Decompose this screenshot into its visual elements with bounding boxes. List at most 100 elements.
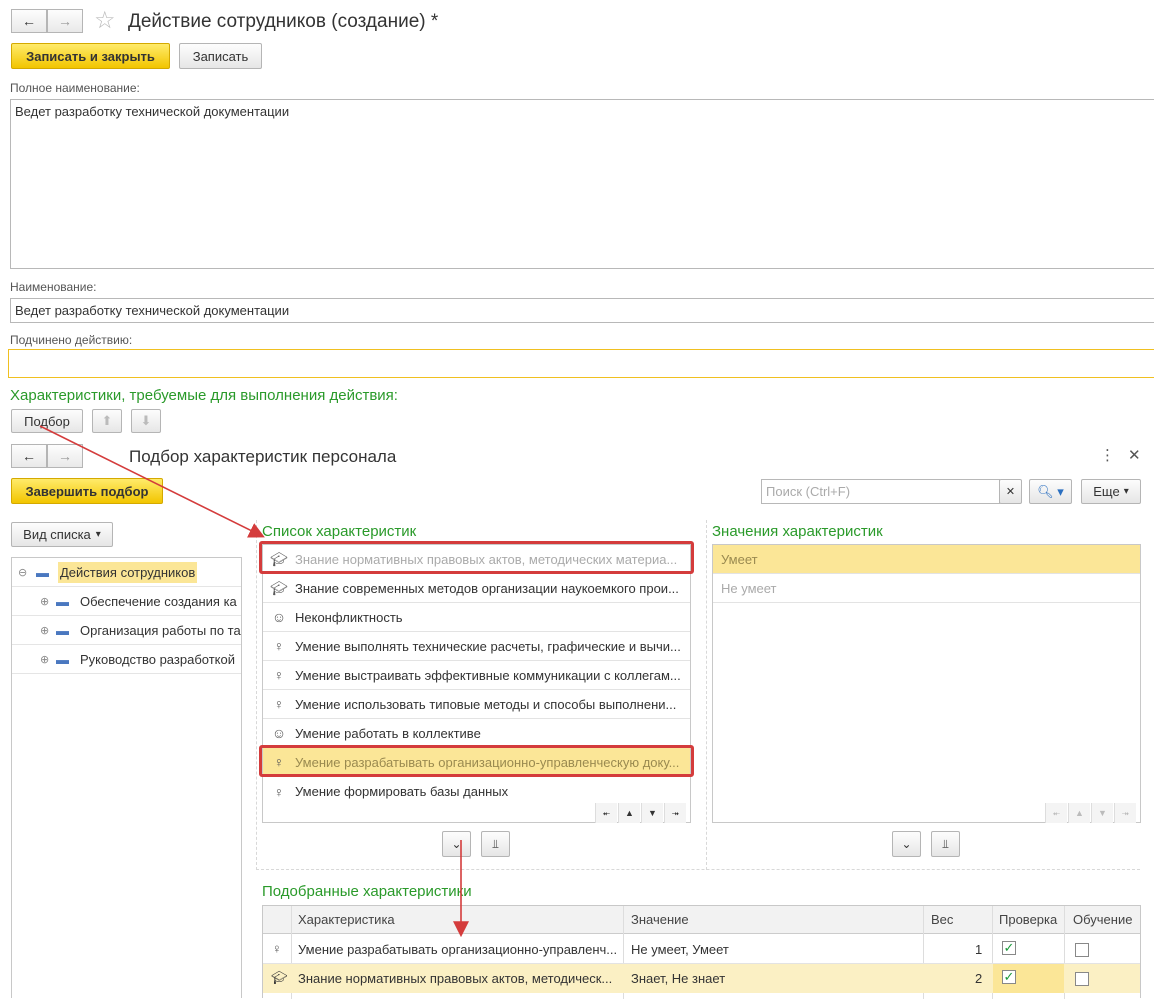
expand-icon[interactable]: ⊕ [40, 653, 56, 666]
parent-action-field[interactable] [8, 349, 1154, 378]
save-and-close-button[interactable]: Записать и закрыть [11, 43, 170, 69]
scroll-bottom-button[interactable]: ⯮ [1114, 803, 1136, 823]
row-weight: 2 [975, 971, 983, 986]
char-label: Умение выстраивать эффективные коммуника… [295, 667, 681, 683]
search-button[interactable]: 🔍︎ ▾ [1029, 479, 1072, 504]
divider [256, 520, 257, 870]
add-value-button[interactable]: ⌄ [892, 831, 921, 857]
char-label: Умение использовать типовые методы и спо… [295, 696, 677, 712]
add-selected-button[interactable]: ⌄ [442, 831, 471, 857]
full-name-field[interactable]: Ведет разработку технической документаци… [10, 99, 1154, 269]
scroll-bottom-button[interactable]: ⯮ [664, 803, 686, 823]
item-icon: ▬ [56, 651, 69, 667]
forward-button[interactable]: → [47, 9, 83, 33]
finish-pick-button[interactable]: Завершить подбор [11, 478, 163, 504]
col-characteristic[interactable]: Характеристика [298, 912, 395, 927]
char-label: Умение работать в коллективе [295, 725, 481, 741]
values-list: Умеет Не умеет ⯬ ▲ ▼ ⯮ [712, 544, 1141, 823]
search-input[interactable]: Поиск (Ctrl+F) [761, 479, 1000, 504]
expand-icon[interactable]: ⊕ [40, 595, 56, 608]
award-icon: ♀ [273, 696, 285, 712]
scroll-up-button[interactable]: ▲ [1068, 803, 1090, 823]
selected-table: Характеристика Значение Вес Проверка Обу… [262, 905, 1141, 999]
scroll-top-button[interactable]: ⯬ [595, 803, 617, 823]
check-checkbox[interactable]: ✓ [1002, 970, 1016, 984]
name-field[interactable]: Ведет разработку технической документаци… [10, 298, 1154, 323]
divider [256, 869, 1140, 870]
more-button-label: Еще [1093, 484, 1120, 499]
graduation-cap-icon: 🎓︎ [271, 970, 288, 985]
char-label: Умение формировать базы данных [295, 784, 509, 799]
values-list-title: Значения характеристик [712, 523, 883, 540]
move-down-button[interactable]: ⬇ [131, 409, 161, 433]
scroll-down-button[interactable]: ▼ [641, 803, 663, 823]
training-checkbox[interactable] [1075, 972, 1089, 986]
search-icon: 🔍︎ ▾ [1037, 483, 1064, 499]
tree-item-label: Организация работы по та [80, 622, 241, 638]
award-icon: ♀ [272, 941, 282, 956]
chevron-down-icon: ⌄ [451, 837, 462, 851]
clear-icon: ✕ [1005, 486, 1016, 498]
picker-forward-button[interactable]: → [47, 444, 83, 468]
tree-item[interactable]: ⊕ ▬ Руководство разработкой [12, 645, 241, 674]
arrow-right-icon: → [58, 13, 72, 29]
char-row[interactable]: ♀ Умение формировать базы данных [263, 777, 690, 806]
collapse-icon[interactable]: ⊖ [18, 566, 36, 579]
char-row[interactable]: ♀ Умение выполнять технические расчеты, г… [263, 632, 690, 661]
arrow-right-icon: → [58, 448, 72, 464]
double-chevron-down-icon: ⫫ [942, 836, 949, 851]
highlight-box [259, 541, 694, 574]
add-all-values-button[interactable]: ⫫ [931, 831, 960, 857]
value-row-selected[interactable]: Умеет [713, 545, 1140, 574]
char-row[interactable]: ♀ Умение выстраивать эффективные коммуник… [263, 661, 690, 690]
clear-search-button[interactable]: ✕ [999, 479, 1022, 504]
name-label: Наименование: [10, 280, 97, 294]
star-icon[interactable]: ☆ [94, 6, 116, 35]
chevron-down-icon: ▾ [1123, 486, 1129, 497]
row-value: Знает, Не знает [631, 971, 726, 986]
col-training[interactable]: Обучение [1073, 912, 1132, 927]
tree-item[interactable]: ⊕ ▬ Организация работы по та [12, 616, 241, 645]
training-checkbox[interactable] [1075, 943, 1089, 957]
arrow-left-icon: ← [22, 448, 36, 464]
pick-button[interactable]: Подбор [11, 409, 83, 433]
expand-icon[interactable]: ⊕ [40, 624, 56, 637]
page-title: Действие сотрудников (создание) * [128, 11, 439, 32]
value-row[interactable]: Не умеет [713, 574, 1140, 603]
table-row-selected[interactable]: 🎓︎ Знание нормативных правовых актов, ме… [263, 964, 1140, 993]
char-row[interactable]: ☺ Умение работать в коллективе [263, 719, 690, 748]
tree-root-label: Действия сотрудников [58, 561, 198, 583]
col-check[interactable]: Проверка [999, 912, 1057, 927]
col-weight[interactable]: Вес [931, 912, 953, 927]
char-row[interactable]: 🎓︎ Знание современных методов организации… [263, 574, 690, 603]
table-row[interactable]: ♀ Умение разрабатывать организационно-уп… [263, 935, 1140, 964]
char-label: Умение выполнять технические расчеты, гр… [295, 638, 681, 654]
add-all-button[interactable]: ⫫ [481, 831, 510, 857]
save-button[interactable]: Записать [179, 43, 262, 69]
view-list-button[interactable]: Вид списка ▾ [11, 522, 113, 547]
close-icon[interactable]: ✕ [1128, 446, 1141, 464]
picker-title: Подбор характеристик персонала [129, 447, 397, 466]
more-vertical-icon[interactable]: ⋮ [1100, 446, 1115, 464]
tree-item[interactable]: ⊕ ▬ Обеспечение создания ка [12, 587, 241, 616]
scroll-down-button[interactable]: ▼ [1091, 803, 1113, 823]
char-row[interactable]: ♀ Умение использовать типовые методы и сп… [263, 690, 690, 719]
award-icon: ♀ [273, 638, 285, 654]
item-icon: ▬ [56, 622, 69, 638]
tree-item-label: Обеспечение создания ка [80, 593, 237, 609]
scroll-top-button[interactable]: ⯬ [1045, 803, 1067, 823]
move-up-button[interactable]: ⬆ [92, 409, 122, 433]
double-chevron-down-icon: ⫫ [492, 836, 499, 851]
more-button[interactable]: Еще ▾ [1081, 479, 1141, 504]
value-label: Не умеет [721, 580, 777, 596]
back-button[interactable]: ← [11, 9, 47, 33]
check-checkbox[interactable]: ✓ [1002, 941, 1016, 955]
tree-root[interactable]: ⊖ ▬ Действия сотрудников [12, 558, 241, 587]
char-list: 🎓︎ Знание нормативных правовых актов, мет… [262, 544, 691, 823]
scroll-up-button[interactable]: ▲ [618, 803, 640, 823]
parent-action-label: Подчинено действию: [10, 333, 133, 347]
characteristics-section-title: Характеристики, требуемые для выполнения… [10, 387, 398, 404]
col-value[interactable]: Значение [631, 912, 689, 927]
picker-back-button[interactable]: ← [11, 444, 47, 468]
char-row[interactable]: ☺ Неконфликтность [263, 603, 690, 632]
